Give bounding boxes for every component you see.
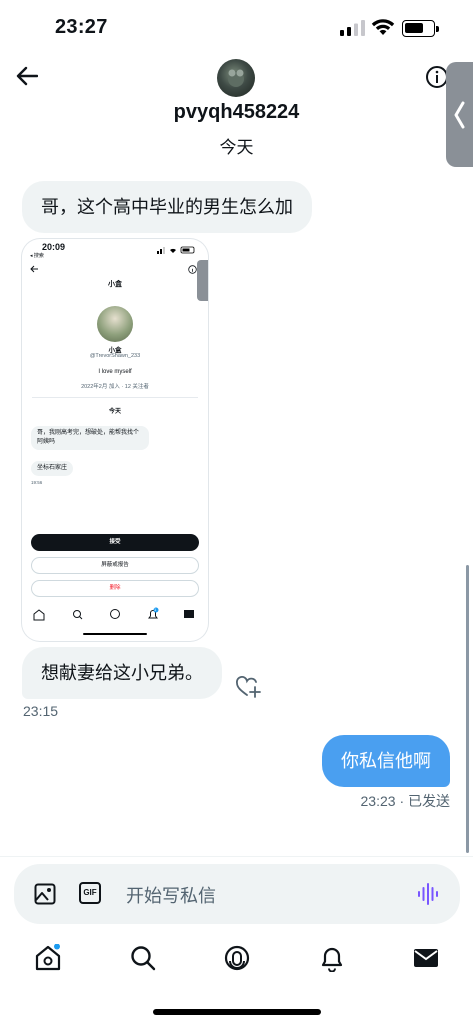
- embedded-info-icon: [188, 265, 197, 274]
- message-timestamp: 23:15: [23, 703, 59, 719]
- embedded-back-label: ◂ 搜索: [30, 253, 44, 259]
- signal-icon: [340, 20, 365, 36]
- avatar[interactable]: [217, 59, 255, 97]
- embedded-delete-button: 删除: [31, 580, 199, 597]
- tab-messages[interactable]: [412, 944, 440, 972]
- chevron-left-icon: [454, 101, 465, 129]
- embedded-title: 小盒: [108, 281, 122, 288]
- composer-divider: [0, 856, 473, 857]
- side-panel-tab[interactable]: [446, 62, 473, 167]
- bell-icon: [321, 947, 343, 973]
- message-input[interactable]: 开始写私信: [126, 882, 216, 908]
- react-heart-icon[interactable]: [236, 676, 262, 698]
- embedded-home-indicator: [83, 633, 147, 635]
- day-separator: 今天: [219, 138, 254, 157]
- gif-icon[interactable]: GIF: [79, 882, 101, 904]
- embedded-block-button: 屏蔽或报告: [31, 557, 199, 574]
- embedded-avatar: [97, 306, 133, 342]
- scrollbar[interactable]: [466, 565, 469, 853]
- embedded-back-arrow-icon: [30, 265, 38, 273]
- tab-notifications[interactable]: [318, 944, 346, 973]
- embedded-status-icons: [157, 246, 195, 254]
- embedded-handle: @TrevorShawn_233: [89, 353, 141, 359]
- home-icon: [35, 943, 61, 971]
- wifi-icon: [371, 19, 395, 35]
- embedded-timestamp: 19:56: [31, 480, 43, 485]
- embedded-bio: I love myself: [98, 369, 132, 375]
- mail-icon: [414, 949, 438, 967]
- tab-search[interactable]: [129, 944, 157, 972]
- tab-home[interactable]: [34, 943, 62, 972]
- tab-spaces[interactable]: [223, 944, 251, 972]
- status-time: 23:27: [55, 16, 108, 38]
- home-indicator: [153, 1009, 321, 1015]
- incoming-message[interactable]: 哥，这个高中毕业的男生怎么加: [22, 181, 312, 233]
- search-icon: [131, 946, 156, 971]
- incoming-message[interactable]: 想献妻给这小兄弟。: [22, 647, 222, 699]
- embedded-badge: 1: [154, 607, 157, 612]
- embedded-accept-button: 接受: [31, 534, 199, 551]
- avatar-photo: [228, 69, 244, 87]
- embedded-tab-bar: [33, 607, 194, 621]
- voice-icon[interactable]: [417, 882, 439, 906]
- embedded-message: 坐标石家庄: [31, 461, 74, 476]
- image-icon[interactable]: [34, 883, 56, 905]
- embedded-status-time: 20:09: [42, 242, 66, 252]
- image-attachment[interactable]: 20:09 ◂ 搜索 小盒 小盒 @TrevorShawn_233 I love…: [22, 239, 208, 641]
- spaces-icon: [224, 945, 250, 971]
- embedded-divider: [32, 397, 198, 398]
- battery-icon: [402, 20, 439, 37]
- conversation-username[interactable]: pvyqh458224: [0, 101, 473, 124]
- message-status: 23:23 · 已发送: [360, 793, 450, 809]
- back-arrow-icon[interactable]: [16, 66, 38, 86]
- embedded-joined: 2022年2月 加入 · 12 关注者: [81, 384, 149, 390]
- outgoing-message[interactable]: 你私信他啊: [322, 735, 450, 787]
- embedded-message: 哥，我刚高考完，想破处，能帮我找个阿姨吗: [31, 426, 149, 450]
- embedded-day: 今天: [108, 409, 121, 415]
